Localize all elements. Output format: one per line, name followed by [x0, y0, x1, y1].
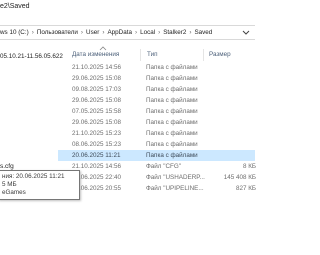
window-title: e2\Saved: [0, 3, 30, 10]
row-date-modified: 21.10.2025 15:23: [72, 130, 122, 137]
row-type: Папка с файлами: [146, 86, 198, 93]
row-date-modified: 09.08.2025 17:03: [72, 86, 122, 93]
row-date-modified: 29.06.2025 15:08: [72, 119, 122, 126]
row-size: 8 КБ: [242, 163, 256, 170]
table-row[interactable]: 08.06.2025 15:23 Папка с файлами: [58, 139, 255, 150]
row-date-modified: 29.06.2025 15:08: [72, 75, 122, 82]
column-header-type[interactable]: Тип: [147, 51, 158, 58]
row-date-modified: 08.06.2025 15:23: [72, 141, 122, 148]
breadcrumb-users[interactable]: Пользователи: [37, 29, 78, 36]
table-row[interactable]: 21.10.2025 15:23 Папка с файлами: [58, 128, 255, 139]
table-row[interactable]: 09.08.2025 17:03 Папка с файлами: [58, 84, 255, 95]
file-name[interactable]: s.cfg: [0, 163, 14, 170]
table-row[interactable]: 29.06.2025 15:08 Папка с файлами: [58, 73, 255, 84]
chevron-down-icon[interactable]: [240, 28, 252, 37]
row-type: Папка с файлами: [146, 119, 198, 126]
table-row[interactable]: 21.10.2025 14:56 Папка с файлами: [58, 62, 255, 73]
address-bar[interactable]: ws 10 (C:) › Пользователи › User › AppData › Loc…: [0, 25, 255, 40]
row-type: Файл "USHADERP...: [146, 174, 205, 181]
table-row[interactable]: 07.05.2025 15:58 Папка с файлами: [58, 106, 255, 117]
table-row[interactable]: 28.06.2025 22:40 Файл "USHADERP... 145 408…: [58, 172, 256, 183]
column-header-date[interactable]: Дата изменения: [72, 51, 119, 58]
row-date-modified: 21.10.2025 14:56: [72, 163, 122, 170]
breadcrumb-user[interactable]: User: [86, 29, 99, 36]
row-date-modified: 07.05.2025 15:58: [72, 108, 122, 115]
table-row[interactable]: 29.06.2025 15:08 Папка с файлами: [58, 95, 255, 106]
row-type: Папка с файлами: [146, 97, 198, 104]
row-type: Папка с файлами: [146, 141, 198, 148]
chevron-right-icon: ›: [158, 29, 161, 36]
row-date-modified: 29.06.2025 15:08: [72, 97, 122, 104]
chevron-right-icon: ›: [189, 29, 192, 36]
row-size: 145 408 КБ: [223, 174, 256, 181]
breadcrumb-drive[interactable]: ws 10 (C:): [0, 29, 29, 36]
file-tooltip: ния: 20.06.2025 11:21 5 МБ eGames: [0, 170, 80, 200]
breadcrumb-local[interactable]: Local: [140, 29, 155, 36]
tooltip-size: 5 МБ: [2, 181, 17, 188]
table-row[interactable]: 21.10.2025 14:56 Файл "CFG" 8 КБ: [58, 161, 256, 172]
tooltip-modified: ния: 20.06.2025 11:21: [2, 173, 65, 180]
column-divider[interactable]: [140, 49, 141, 61]
chevron-right-icon: ›: [102, 29, 105, 36]
chevron-right-icon: ›: [31, 29, 34, 36]
row-type: Папка с файлами: [146, 75, 198, 82]
table-row[interactable]: 20.06.2025 11:21 Папка с файлами: [58, 150, 255, 161]
tooltip-company: eGames: [2, 189, 26, 196]
column-divider[interactable]: [203, 49, 204, 61]
row-size: 827 КБ: [235, 185, 256, 192]
breadcrumb: ws 10 (C:) › Пользователи › User › AppData › Loc…: [0, 29, 212, 36]
row-type: Файл "UPIPELINE...: [146, 185, 204, 192]
table-row[interactable]: 26.06.2025 20:55 Файл "UPIPELINE... 827 КБ: [58, 183, 256, 194]
breadcrumb-appdata[interactable]: AppData: [107, 29, 132, 36]
row-date-modified: 21.10.2025 14:56: [72, 64, 122, 71]
row-date-modified: 20.06.2025 11:21: [72, 152, 121, 159]
row-type: Папка с файлами: [146, 108, 198, 115]
row-type: Файл "CFG": [146, 163, 181, 170]
row-type: Папка с файлами: [146, 130, 198, 137]
chevron-right-icon: ›: [80, 29, 84, 36]
table-row[interactable]: 29.06.2025 15:08 Папка с файлами: [58, 117, 255, 128]
column-header-size[interactable]: Размер: [209, 51, 231, 58]
chevron-right-icon: ›: [134, 29, 138, 36]
breadcrumb-stalker2[interactable]: Stalker2: [163, 29, 186, 36]
row-type: Папка с файлами: [146, 64, 198, 71]
folder-name[interactable]: 05.10.21-11.56.05.622: [0, 53, 63, 60]
title-bar: e2\Saved: [0, 0, 255, 14]
row-type: Папка с файлами: [146, 152, 198, 159]
breadcrumb-saved[interactable]: Saved: [194, 29, 212, 36]
